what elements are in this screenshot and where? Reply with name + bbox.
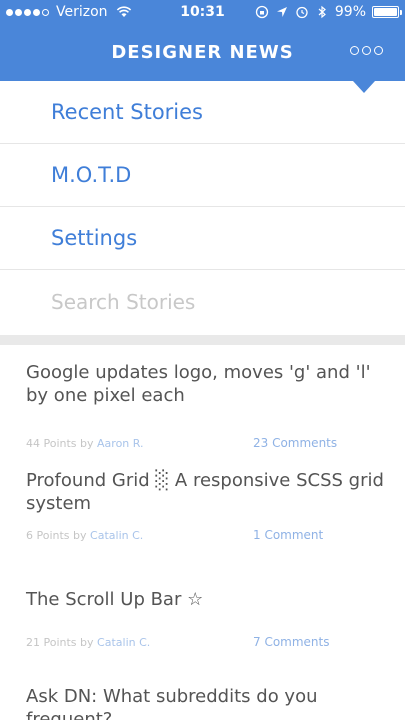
story-points: 21 Points by [26, 636, 94, 649]
menu-item-recent-stories[interactable]: Recent Stories [0, 81, 405, 144]
location-icon [276, 7, 287, 17]
story-comments-link[interactable]: 7 Comments [253, 635, 330, 649]
more-dot-icon [374, 46, 383, 55]
battery-icon [372, 6, 402, 18]
app-header: Verizon 10:31 99% DESIGNER NEWS [0, 0, 405, 81]
story-item[interactable]: The Scroll Up Bar ☆ 21 Points by Catalin… [0, 588, 405, 668]
story-title[interactable]: Ask DN: What subreddits do you frequent? [26, 685, 385, 720]
story-meta: 44 Points by Aaron R. [26, 437, 144, 450]
search-container [0, 270, 405, 333]
story-title[interactable]: The Scroll Up Bar ☆ [26, 588, 385, 611]
more-dot-icon [362, 46, 371, 55]
story-comments-link[interactable]: 1 Comment [253, 528, 323, 542]
status-right: 99% [255, 4, 402, 20]
section-divider [0, 335, 405, 345]
bluetooth-icon [318, 5, 326, 19]
app-title: DESIGNER NEWS [111, 42, 294, 63]
battery-percent: 99% [334, 4, 366, 20]
story-meta: 6 Points by Catalin C. [26, 529, 143, 542]
story-author[interactable]: Aaron R. [97, 437, 144, 450]
status-bar: Verizon 10:31 99% [0, 0, 405, 26]
more-dot-icon [350, 46, 359, 55]
rotation-lock-icon [255, 5, 269, 19]
story-author[interactable]: Catalin C. [97, 636, 150, 649]
story-item[interactable]: Ask DN: What subreddits do you frequent? [0, 685, 405, 720]
story-author[interactable]: Catalin C. [90, 529, 143, 542]
story-item[interactable]: Profound Grid ░ A responsive SCSS grid s… [0, 469, 405, 569]
story-points: 6 Points by [26, 529, 87, 542]
story-title[interactable]: Profound Grid ░ A responsive SCSS grid s… [26, 469, 385, 515]
story-item[interactable]: Google updates logo, moves 'g' and 'l' b… [0, 361, 405, 461]
menu-item-motd[interactable]: M.O.T.D [0, 144, 405, 207]
dropdown-menu: Recent Stories M.O.T.D Settings [0, 81, 405, 333]
story-title[interactable]: Google updates logo, moves 'g' and 'l' b… [26, 361, 385, 407]
battery-fill [374, 8, 397, 16]
story-comments-link[interactable]: 23 Comments [253, 436, 337, 450]
story-meta: 21 Points by Catalin C. [26, 636, 150, 649]
more-options-button[interactable] [350, 46, 383, 55]
alarm-icon [296, 6, 308, 19]
search-input[interactable] [51, 289, 371, 314]
menu-item-settings[interactable]: Settings [0, 207, 405, 270]
story-points: 44 Points by [26, 437, 94, 450]
